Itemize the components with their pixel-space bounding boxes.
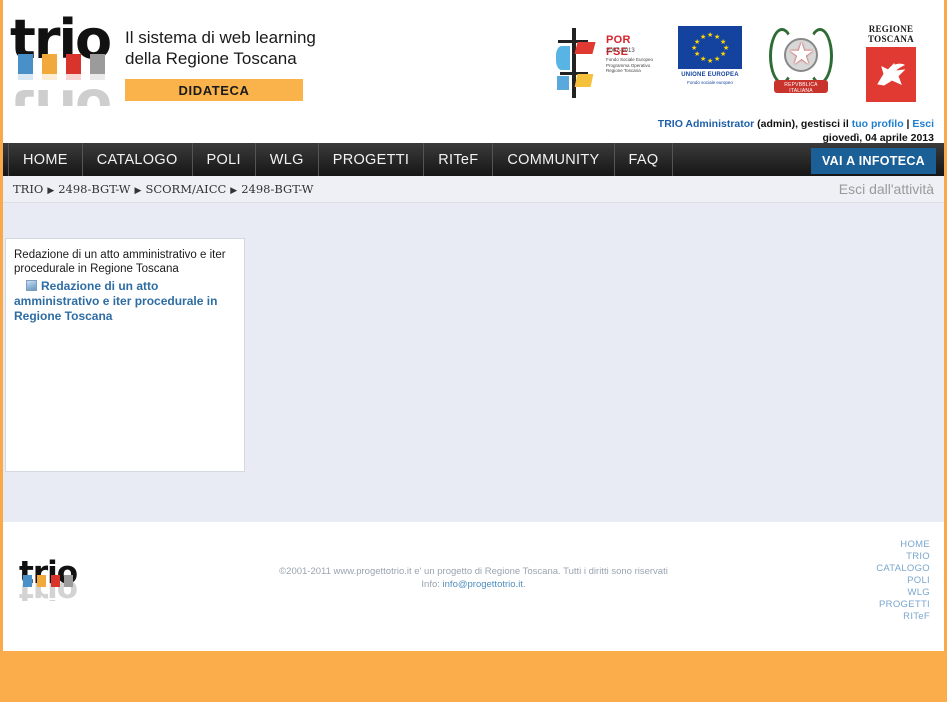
trio-logo-square-orange bbox=[42, 54, 57, 74]
por-fse-sub-3: Regione Toscana bbox=[606, 68, 641, 73]
breadcrumb-separator-1: ▶ bbox=[134, 186, 142, 196]
nav-item-wlg[interactable]: WLG bbox=[256, 143, 319, 176]
user-name: TRIO Administrator bbox=[657, 118, 755, 130]
por-fse-years: 2007-2013 bbox=[606, 48, 635, 54]
footer-link-trio[interactable]: TRIO bbox=[820, 551, 930, 563]
footer-link-progetti[interactable]: PROGETTI bbox=[820, 599, 930, 611]
regione-toscana-line-2: TOSCANA bbox=[868, 34, 914, 44]
sco-link[interactable]: Redazione di un atto amministrativo e it… bbox=[14, 279, 217, 323]
site-footer: trio trio ©2001-2011 www.progettotrio.it… bbox=[3, 522, 944, 651]
ribbon-text: REPVBBLICA ITALIANA bbox=[784, 82, 818, 94]
eu-caption: UNIONE EUROPEA bbox=[681, 72, 739, 78]
trio-logo[interactable]: trio trio bbox=[8, 12, 113, 110]
breadcrumb-item-1[interactable]: 2498-BGT-W bbox=[58, 182, 130, 196]
regione-toscana-logo: REGIONE TOSCANA bbox=[860, 24, 922, 104]
sco-package-icon bbox=[26, 280, 37, 291]
page-root: trio trio Il sistema di web learning del… bbox=[0, 0, 947, 702]
trio-logo-reflection-text: trio bbox=[10, 77, 110, 106]
por-fse-logo: POR FSE 2007-2013 Fondo Sociale Europeo … bbox=[554, 24, 654, 102]
main-navigation: HOME CATALOGO POLI WLG PROGETTI RITeF CO… bbox=[3, 143, 944, 176]
main-content: Redazione di un atto amministrativo e it… bbox=[3, 203, 944, 522]
footer-info-label: Info: bbox=[421, 579, 443, 590]
trio-logo-reflection-square-blue bbox=[18, 74, 33, 80]
footer-info-line: Info: info@progettotrio.it. bbox=[3, 578, 944, 591]
profile-link[interactable]: tuo profilo bbox=[852, 118, 904, 130]
footer-link-home[interactable]: HOME bbox=[820, 539, 930, 551]
footer-link-wlg[interactable]: WLG bbox=[820, 587, 930, 599]
footer-info-email-link[interactable]: info@progettotrio.it bbox=[443, 579, 523, 590]
trio-logo-reflection-square-gray bbox=[90, 74, 105, 80]
site-header: trio trio Il sistema di web learning del… bbox=[3, 0, 944, 118]
breadcrumb-item-2[interactable]: SCORM/AICC bbox=[145, 182, 226, 196]
nav-item-progetti[interactable]: PROGETTI bbox=[319, 143, 425, 176]
footer-link-ritef[interactable]: RITeF bbox=[820, 611, 930, 623]
footer-link-catalogo[interactable]: CATALOGO bbox=[820, 563, 930, 575]
eu-subcaption: Fondo sociale europeo bbox=[687, 80, 733, 85]
nav-item-home[interactable]: HOME bbox=[8, 143, 83, 176]
logout-link[interactable]: Esci bbox=[912, 118, 934, 130]
bottom-accent-band bbox=[0, 651, 947, 702]
nav-item-ritef[interactable]: RITeF bbox=[424, 143, 494, 176]
ribbon-shape: REPVBBLICA ITALIANA bbox=[774, 80, 828, 94]
trio-logo-reflection-square-red bbox=[66, 74, 81, 80]
breadcrumb-item-0[interactable]: TRIO bbox=[13, 182, 43, 196]
trio-logo-square-blue bbox=[18, 54, 33, 74]
eu-flag-field: ★ ★ ★ ★ ★ ★ ★ ★ ★ ★ ★ ★ bbox=[678, 26, 742, 69]
nav-item-faq[interactable]: FAQ bbox=[615, 143, 674, 176]
user-login-text: (admin), gestisci il bbox=[754, 118, 852, 130]
user-info-bar: TRIO Administrator (admin), gestisci il … bbox=[3, 118, 944, 144]
footer-links: HOME TRIO CATALOGO POLI WLG PROGETTI RIT… bbox=[820, 539, 930, 623]
repubblica-italiana-emblem: ★ REPVBBLICA ITALIANA bbox=[766, 24, 836, 102]
pegasus-icon bbox=[877, 63, 906, 86]
exit-activity-link[interactable]: Esci dall'attività bbox=[839, 181, 934, 197]
por-fse-subtitle: Fondo Sociale Europeo Programma Operativ… bbox=[606, 57, 653, 74]
footer-copyright-block: ©2001-2011 www.progettotrio.it e' un pro… bbox=[3, 565, 944, 591]
footer-link-poli[interactable]: POLI bbox=[820, 575, 930, 587]
trio-logo-word: trio bbox=[8, 12, 113, 76]
left-edge-accent bbox=[0, 0, 3, 651]
breadcrumb: TRIO ▶ 2498-BGT-W ▶ SCORM/AICC ▶ 2498-BGT-W bbox=[13, 182, 314, 196]
breadcrumb-bar: TRIO ▶ 2498-BGT-W ▶ SCORM/AICC ▶ 2498-BGT-W Es… bbox=[3, 176, 944, 203]
por-fse-title: POR FSE bbox=[606, 34, 631, 58]
por-fse-sub-1: Fondo Sociale Europeo bbox=[606, 57, 654, 62]
star-icon: ★ bbox=[788, 38, 815, 71]
scorm-package-title: Redazione di un atto amministrativo e it… bbox=[14, 249, 226, 275]
didateca-button[interactable]: DIDATECA bbox=[125, 79, 303, 101]
trio-logo-square-red bbox=[66, 54, 81, 74]
european-union-logo: ★ ★ ★ ★ ★ ★ ★ ★ ★ ★ ★ ★ UNIONE EUROPEA F… bbox=[678, 24, 742, 102]
footer-copyright-text: ©2001-2011 www.progettotrio.it e' un pro… bbox=[279, 566, 668, 577]
nav-item-poli[interactable]: POLI bbox=[193, 143, 256, 176]
scorm-package-panel: Redazione di un atto amministrativo e it… bbox=[5, 238, 245, 472]
trio-logo-square-gray bbox=[90, 54, 105, 74]
trio-logo-reflection: trio bbox=[8, 74, 113, 106]
footer-info-suffix: . bbox=[522, 579, 526, 590]
vai-a-infoteca-button[interactable]: VAI A INFOTECA bbox=[811, 148, 936, 174]
breadcrumb-item-3: 2498-BGT-W bbox=[241, 182, 314, 196]
regione-toscana-line-1: REGIONE bbox=[868, 24, 914, 34]
breadcrumb-separator-2: ▶ bbox=[230, 186, 238, 196]
sco-list-item: Redazione di un atto amministrativo e it… bbox=[6, 276, 244, 324]
institutional-logos: POR FSE 2007-2013 Fondo Sociale Europeo … bbox=[554, 24, 922, 106]
nav-item-community[interactable]: COMMUNITY bbox=[493, 143, 615, 176]
breadcrumb-separator-0: ▶ bbox=[47, 186, 55, 196]
user-session-line: TRIO Administrator (admin), gestisci il … bbox=[3, 118, 934, 131]
site-tagline: Il sistema di web learning della Regione… bbox=[125, 27, 316, 69]
trio-logo-reflection-square-orange bbox=[42, 74, 57, 80]
tagline-line-2: della Regione Toscana bbox=[125, 49, 297, 68]
por-fse-artwork bbox=[554, 28, 600, 98]
nav-item-catalogo[interactable]: CATALOGO bbox=[83, 143, 193, 176]
tagline-line-1: Il sistema di web learning bbox=[125, 28, 316, 47]
